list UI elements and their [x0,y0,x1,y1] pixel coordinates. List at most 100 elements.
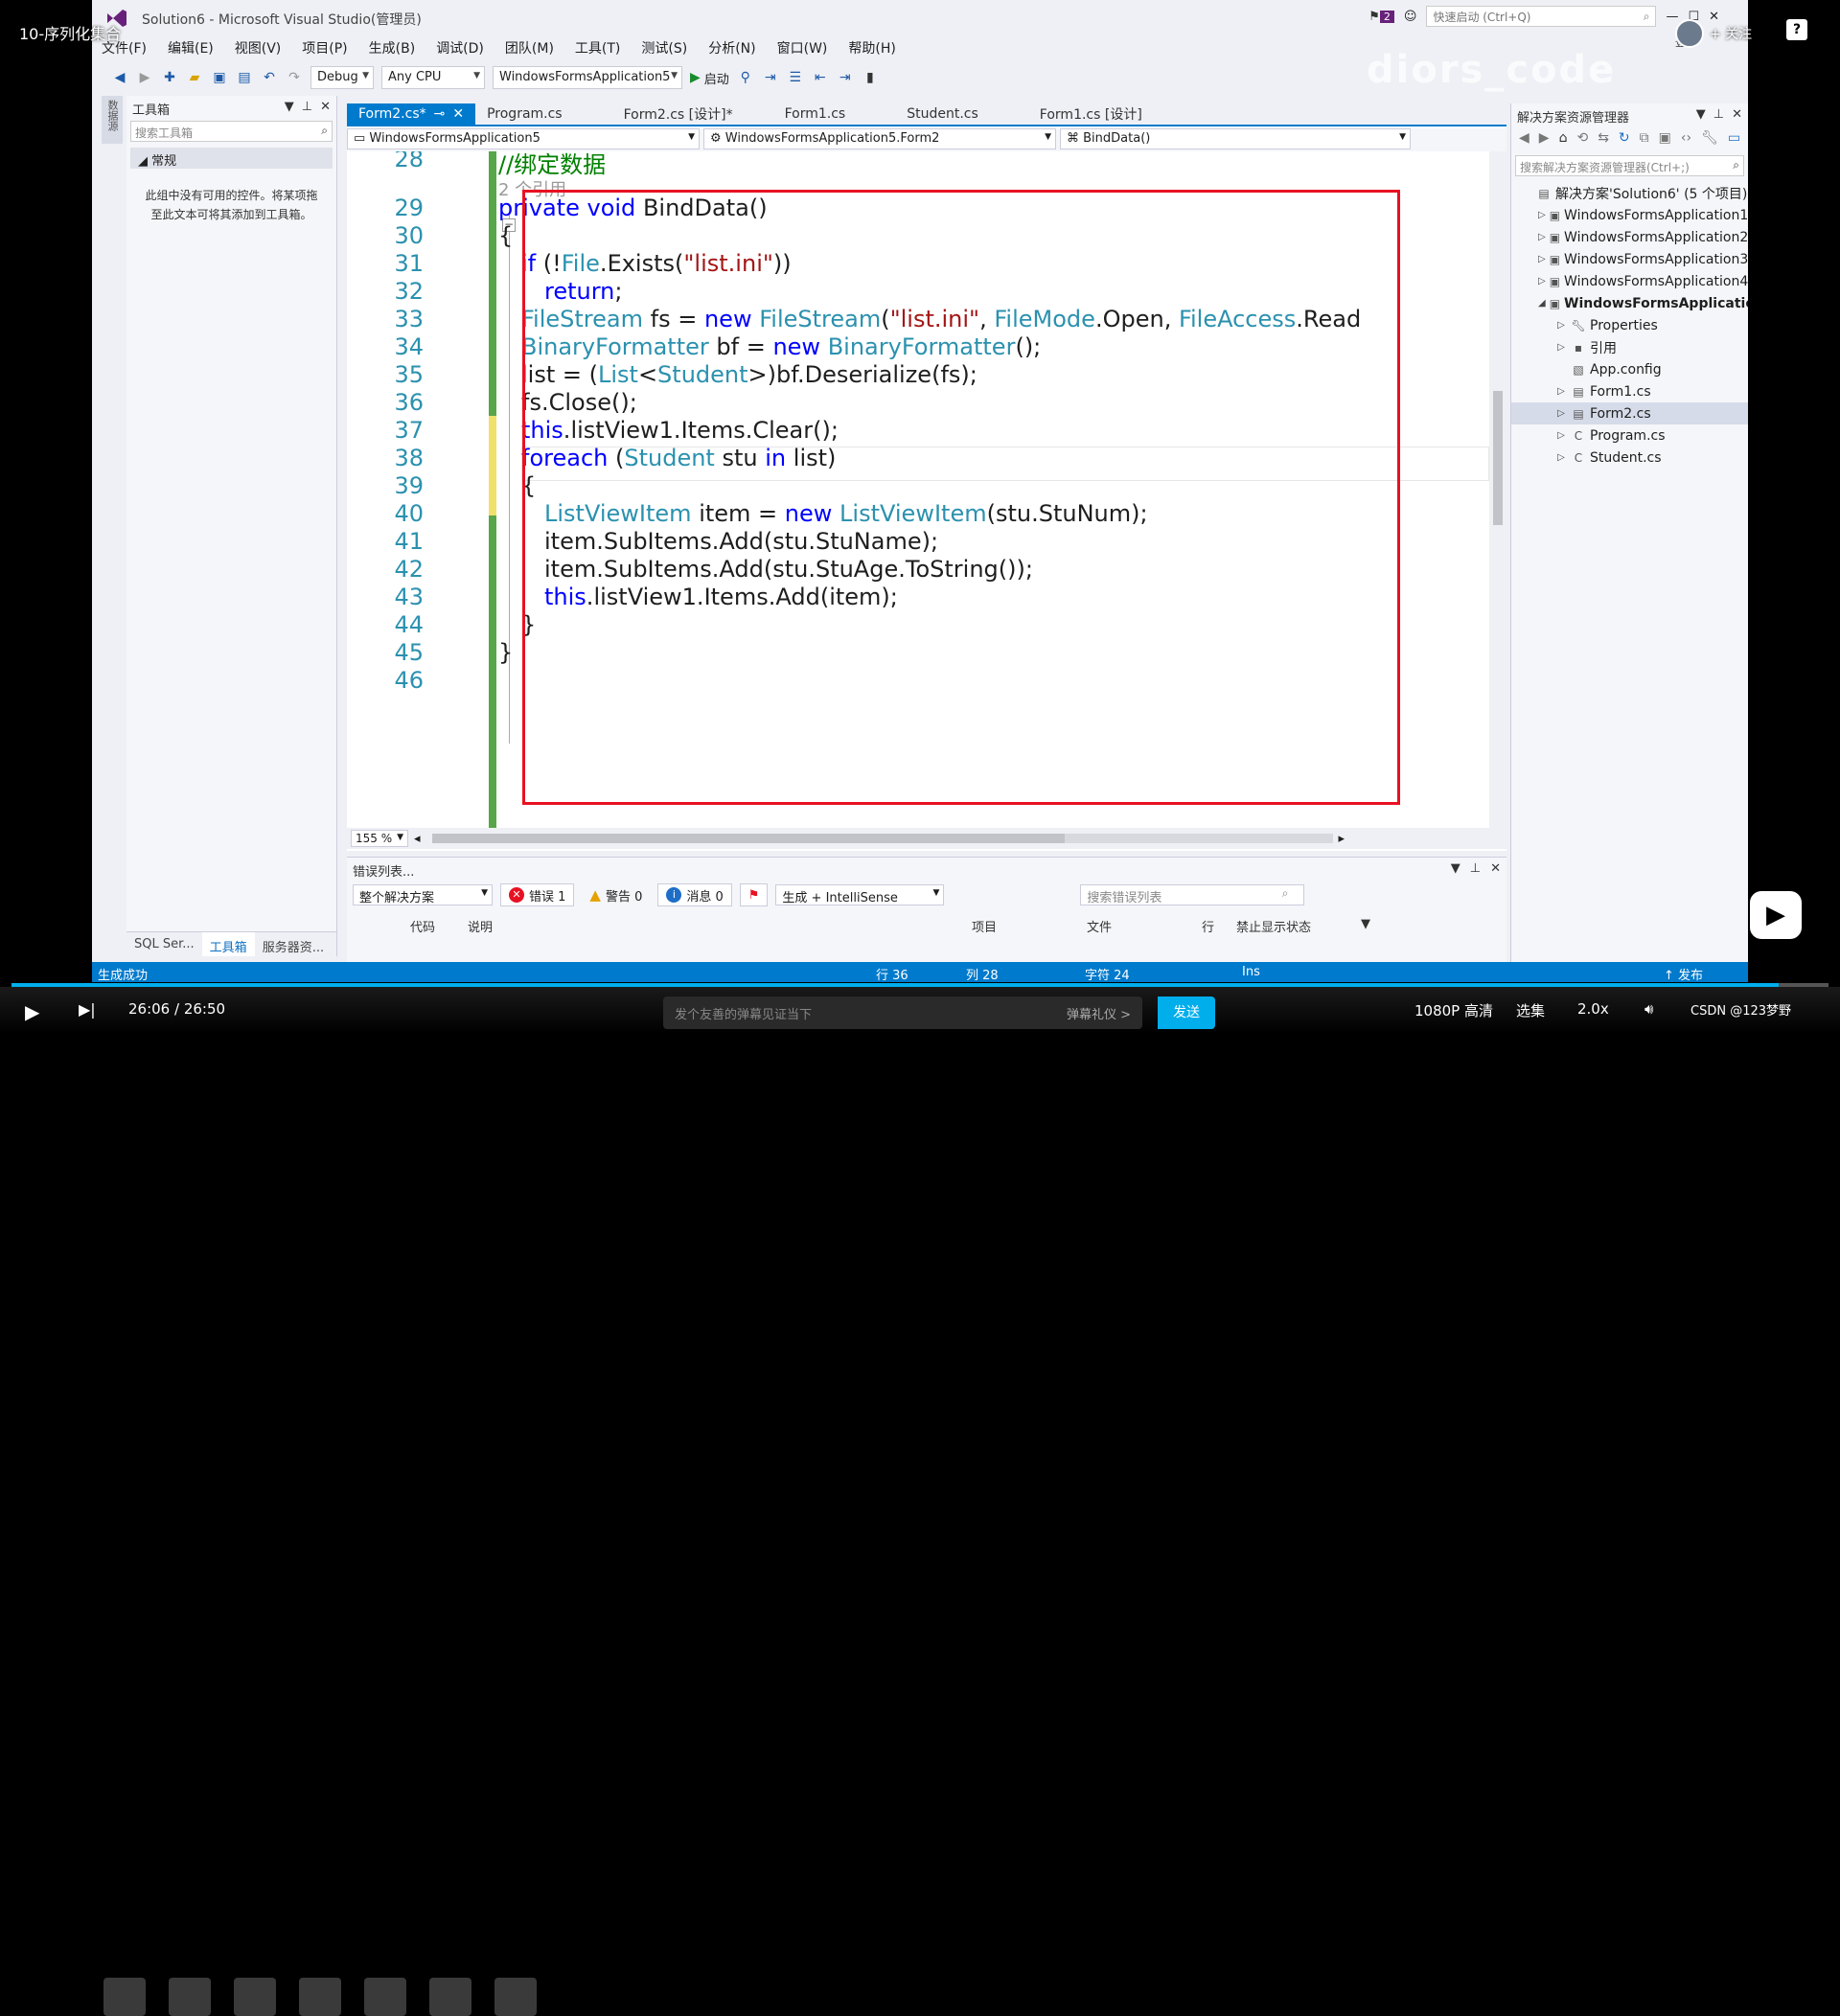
pin-icon[interactable]: ⊸ [434,106,446,122]
tab-form2-cs[interactable]: Form2.cs* ⊸ ✕ [347,103,476,125]
help-icon[interactable]: ? [1786,19,1807,40]
horizontal-scrollbar[interactable] [431,834,1333,843]
error-search-input[interactable]: 搜索错误列表 ⌕ [1080,884,1305,905]
history-icon[interactable]: ⟲ [1576,130,1588,149]
chevron-down-icon[interactable]: ▼ [285,100,294,115]
expand-icon[interactable]: ▷ [1555,320,1567,331]
outdent-icon[interactable]: ⇥ [837,69,854,86]
danmu-input[interactable]: 发个友善的弹幕见证当下 弹幕礼仪 > [663,997,1142,1029]
redo-icon[interactable]: ↷ [286,69,303,86]
menu-project[interactable]: 项目(P) [302,38,347,57]
build-filter-dropdown[interactable]: 生成 + IntelliSense ▼ [775,884,945,905]
scroll-right-icon[interactable]: ▸ [1339,832,1346,846]
col-suppression[interactable]: 禁止显示状态 [1236,917,1361,935]
back-icon[interactable]: ◀ [111,69,128,86]
menu-edit[interactable]: 编辑(E) [168,38,214,57]
refresh-icon[interactable]: ↻ [1619,130,1630,149]
expand-icon[interactable]: ▷ [1538,232,1546,242]
forward-icon[interactable]: ▶ [1539,130,1550,149]
menu-debug[interactable]: 调试(D) [436,38,484,57]
toolbox-search-input[interactable]: 搜索工具箱 ⌕ [130,121,333,142]
tree-item[interactable]: ▷ 🔧︎ Properties [1511,314,1748,336]
quality-button[interactable]: 1080P 高清 [1414,1000,1493,1020]
vertical-scrollbar[interactable] [1489,151,1506,828]
sync-icon[interactable]: ⇆ [1598,130,1609,149]
open-file-icon[interactable]: ▰ [186,69,203,86]
tree-item[interactable]: ▷ ▣ WindowsFormsApplication2 [1511,226,1748,248]
col-file[interactable]: 文件 [1087,917,1202,935]
menu-team[interactable]: 团队(M) [505,38,554,57]
data-sources-tab[interactable]: 数据源 [102,96,123,144]
tab-sql-server[interactable]: SQL Ser... [126,932,202,956]
close-icon[interactable]: ✕ [452,106,464,122]
save-all-icon[interactable]: ▤ [236,69,253,86]
chevron-down-icon[interactable]: ▼ [1696,107,1706,123]
error-scope-dropdown[interactable]: 整个解决方案 ▼ [353,884,493,905]
tree-item[interactable]: ▤ 解决方案'Solution6' (5 个项目) [1511,182,1748,204]
filter-toggle-button[interactable]: ⚑ [739,883,769,906]
expand-icon[interactable]: ▷ [1555,452,1567,463]
expand-icon[interactable]: ▷ [1555,430,1567,441]
code-view-icon[interactable]: ‹› [1681,130,1691,149]
tree-item[interactable]: ▷ ▣ WindowsFormsApplication3 [1511,248,1748,270]
tree-item[interactable]: ▷ ▪ 引用 [1511,336,1748,358]
play-side-icon[interactable]: ▶ [1750,891,1802,939]
tab-form1-design[interactable]: Form1.cs [设计] [1028,103,1154,125]
nav-project-dropdown[interactable]: ▭ WindowsFormsApplication5 ▼ [347,128,700,149]
col-code[interactable]: 代码 [410,917,468,935]
avatar[interactable] [1675,19,1704,48]
nav-member-dropdown[interactable]: ⌘ BindData() ▼ [1060,128,1411,149]
menu-window[interactable]: 窗口(W) [777,38,828,57]
send-danmu-button[interactable]: 发送 [1158,997,1215,1029]
scroll-thumb[interactable] [431,834,1065,843]
play-icon[interactable]: ▶ [25,1000,39,1023]
tab-student-cs[interactable]: Student.cs [895,103,990,125]
filter-icon[interactable]: ▼ [1361,917,1370,935]
episodes-button[interactable]: 选集 [1516,1000,1545,1020]
step-icon[interactable]: ⇥ [762,69,779,86]
layout-icon[interactable]: ☰ [787,69,804,86]
volume-icon[interactable]: 🔊︎ [1644,1000,1653,1018]
pin-icon[interactable]: ⊥ [1714,107,1724,123]
tab-server-explorer[interactable]: 服务器资... [255,932,332,956]
menu-analyze[interactable]: 分析(N) [708,38,755,57]
tree-item[interactable]: ▧ App.config [1511,358,1748,380]
solution-config-dropdown[interactable]: Debug ▼ [310,66,374,89]
collapse-all-icon[interactable]: ⧉ [1640,130,1649,149]
tab-program-cs[interactable]: Program.cs [475,103,574,125]
col-line[interactable]: 行 [1202,917,1236,935]
expand-icon[interactable]: ▷ [1538,276,1546,286]
code-editor[interactable]: − 28//绑定数据 2 个引用 29 private void BindData()… [347,151,1491,828]
nav-class-dropdown[interactable]: ⚙ WindowsFormsApplication5.Form2 ▼ [703,128,1056,149]
next-icon[interactable]: ▶| [79,1000,96,1019]
zoom-dropdown[interactable]: 155 % ▼ [351,830,408,847]
col-project[interactable]: 项目 [972,917,1087,935]
properties-icon[interactable]: 🔧︎ [1701,130,1718,149]
chevron-down-icon[interactable]: ▼ [1451,861,1460,877]
forward-icon[interactable]: ▶ [136,69,153,86]
tree-item[interactable]: ▷ ▤ Form2.cs [1511,402,1748,424]
find-icon[interactable]: ⚲ [737,69,754,86]
indent-icon[interactable]: ⇤ [812,69,829,86]
new-project-icon[interactable]: ✚ [161,69,178,86]
publish-button[interactable]: ↑ 发布 [1664,965,1703,982]
speed-button[interactable]: 2.0x [1577,1000,1609,1018]
show-all-icon[interactable]: ▣ [1659,130,1671,149]
tree-item[interactable]: ▷ ▣ WindowsFormsApplication4 [1511,270,1748,292]
menu-build[interactable]: 生成(B) [369,38,416,57]
pin-icon[interactable]: ⊥ [302,100,312,115]
tab-form2-design[interactable]: Form2.cs [设计]* [612,103,745,125]
notification-flag[interactable]: ⚑ 2 [1368,10,1394,24]
menu-view[interactable]: 视图(V) [235,38,282,57]
tree-item[interactable]: ▷ ▤ Form1.cs [1511,380,1748,402]
follow-button[interactable]: + 关注 [1710,24,1752,43]
menu-tools[interactable]: 工具(T) [575,38,620,57]
scroll-left-icon[interactable]: ◂ [414,832,421,846]
col-description[interactable]: 说明 [468,917,972,935]
danmu-etiquette-link[interactable]: 弹幕礼仪 > [1067,1004,1131,1022]
tab-toolbox[interactable]: 工具箱 [201,932,255,956]
home-icon[interactable]: ⌂ [1559,130,1568,149]
close-icon[interactable]: ✕ [320,100,331,115]
tree-item[interactable]: ▷ C Program.cs [1511,424,1748,447]
back-icon[interactable]: ◀ [1519,130,1530,149]
